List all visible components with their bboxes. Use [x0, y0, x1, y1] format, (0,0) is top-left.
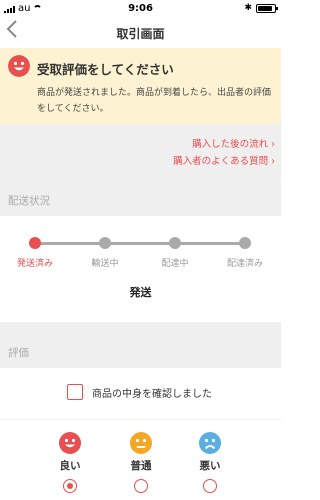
- banner-title: 受取評価をしてください: [37, 62, 174, 77]
- shipping-header-label: 配送状況: [8, 195, 50, 207]
- step-dot-in-transit: [99, 237, 111, 249]
- rating-options: 良い 普通 悪い: [0, 422, 281, 500]
- stepper-track: [35, 242, 245, 245]
- clock: 9:06: [128, 3, 153, 14]
- step-label-shipped: 発送済み: [16, 259, 53, 269]
- shipping-section-header: 配送状況: [0, 170, 281, 216]
- page-title: 取引画面: [116, 27, 165, 41]
- smiley-face-icon: [59, 432, 81, 454]
- nav-bar: 取引画面: [0, 18, 281, 46]
- step-dot-out-for-delivery: [169, 237, 181, 249]
- shipping-status: 発送: [129, 286, 152, 299]
- buyer-faq-link[interactable]: 購入者のよくある質問 ›: [173, 153, 275, 167]
- step-dot-delivered: [239, 237, 251, 249]
- step-label-out-for-delivery: 配達中: [161, 259, 189, 269]
- help-links: 購入した後の流れ › 購入者のよくある質問 ›: [0, 124, 281, 170]
- sad-face-icon: [199, 432, 221, 454]
- confirm-contents-checkbox[interactable]: [67, 384, 83, 400]
- neutral-face-icon: [130, 432, 152, 454]
- rating-good-label: 良い: [59, 460, 81, 472]
- status-right: ✱: [244, 3, 278, 13]
- bluetooth-icon: ✱: [244, 3, 252, 13]
- rating-good[interactable]: 良い: [45, 432, 95, 493]
- rating-neutral[interactable]: 普通: [116, 432, 166, 493]
- rating-neutral-label: 普通: [130, 460, 152, 472]
- status-bar: au 9:06 ✱: [0, 0, 281, 18]
- step-dot-shipped: [29, 237, 41, 249]
- battery-icon: [256, 3, 278, 13]
- rating-bad-label: 悪い: [199, 460, 221, 472]
- purchase-flow-link[interactable]: 購入した後の流れ ›: [192, 136, 275, 150]
- smiley-face-icon: [8, 55, 30, 77]
- rating-good-radio[interactable]: [63, 479, 77, 493]
- evaluation-banner: 受取評価をしてください 商品が発送されました。商品が到着したら、出品者の評価をし…: [0, 48, 281, 124]
- step-label-delivered: 配達済み: [226, 259, 263, 269]
- shipping-stepper: 発送済み 輸送中 配達中 配達済み 発送: [0, 216, 281, 322]
- banner-body: 商品が発送されました。商品が到着したら、出品者の評価をしてください。: [37, 88, 272, 114]
- confirm-contents-label: 商品の中身を確認しました: [92, 389, 212, 400]
- rating-neutral-radio[interactable]: [134, 479, 148, 493]
- rating-bad[interactable]: 悪い: [185, 432, 235, 493]
- evaluation-section-header: 評価: [0, 322, 281, 368]
- evaluation-header-label: 評価: [8, 347, 29, 359]
- rating-bad-radio[interactable]: [203, 479, 217, 493]
- confirm-contents-row[interactable]: 商品の中身を確認しました: [0, 368, 281, 420]
- step-label-in-transit: 輸送中: [91, 259, 119, 269]
